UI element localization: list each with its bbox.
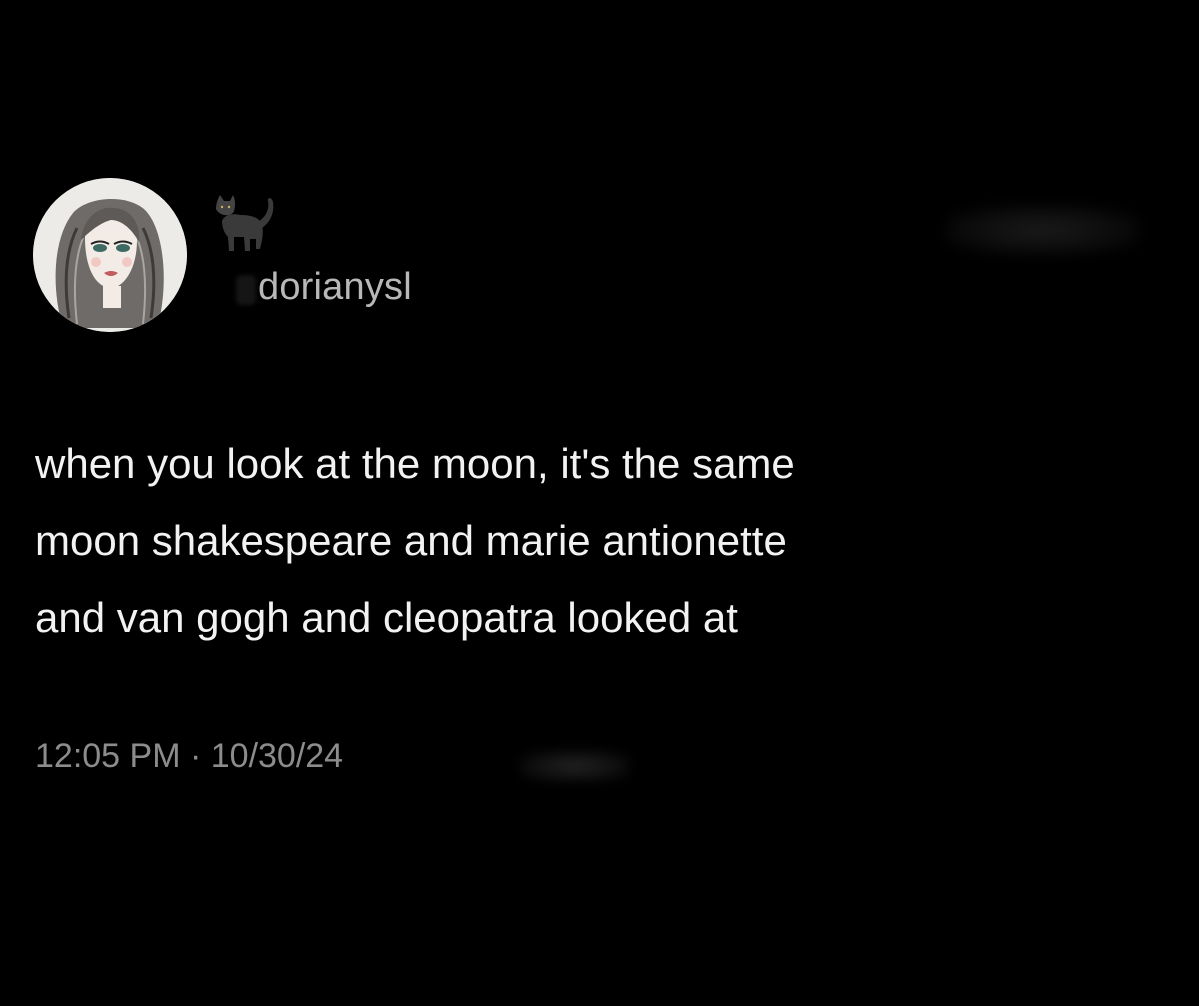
blurred-name-fragment	[236, 275, 256, 305]
blurred-region	[945, 205, 1140, 255]
tweet-timestamp[interactable]: 12:05 PM · 10/30/24	[35, 737, 343, 776]
tweet-text-line: when you look at the moon, it's the same	[35, 440, 795, 487]
avatar[interactable]	[33, 178, 187, 332]
black-cat-icon	[212, 193, 278, 255]
tweet-card: dorianysl when you look at the moon, it'…	[0, 0, 1199, 1006]
blurred-region	[520, 750, 630, 782]
avatar-illustration	[33, 178, 187, 332]
tweet-text: when you look at the moon, it's the same…	[35, 425, 1155, 656]
tweet-text-line: and van gogh and cleopatra looked at	[35, 594, 738, 641]
tweet-text-line: moon shakespeare and marie antionette	[35, 517, 787, 564]
author-handle[interactable]: dorianysl	[258, 266, 412, 309]
